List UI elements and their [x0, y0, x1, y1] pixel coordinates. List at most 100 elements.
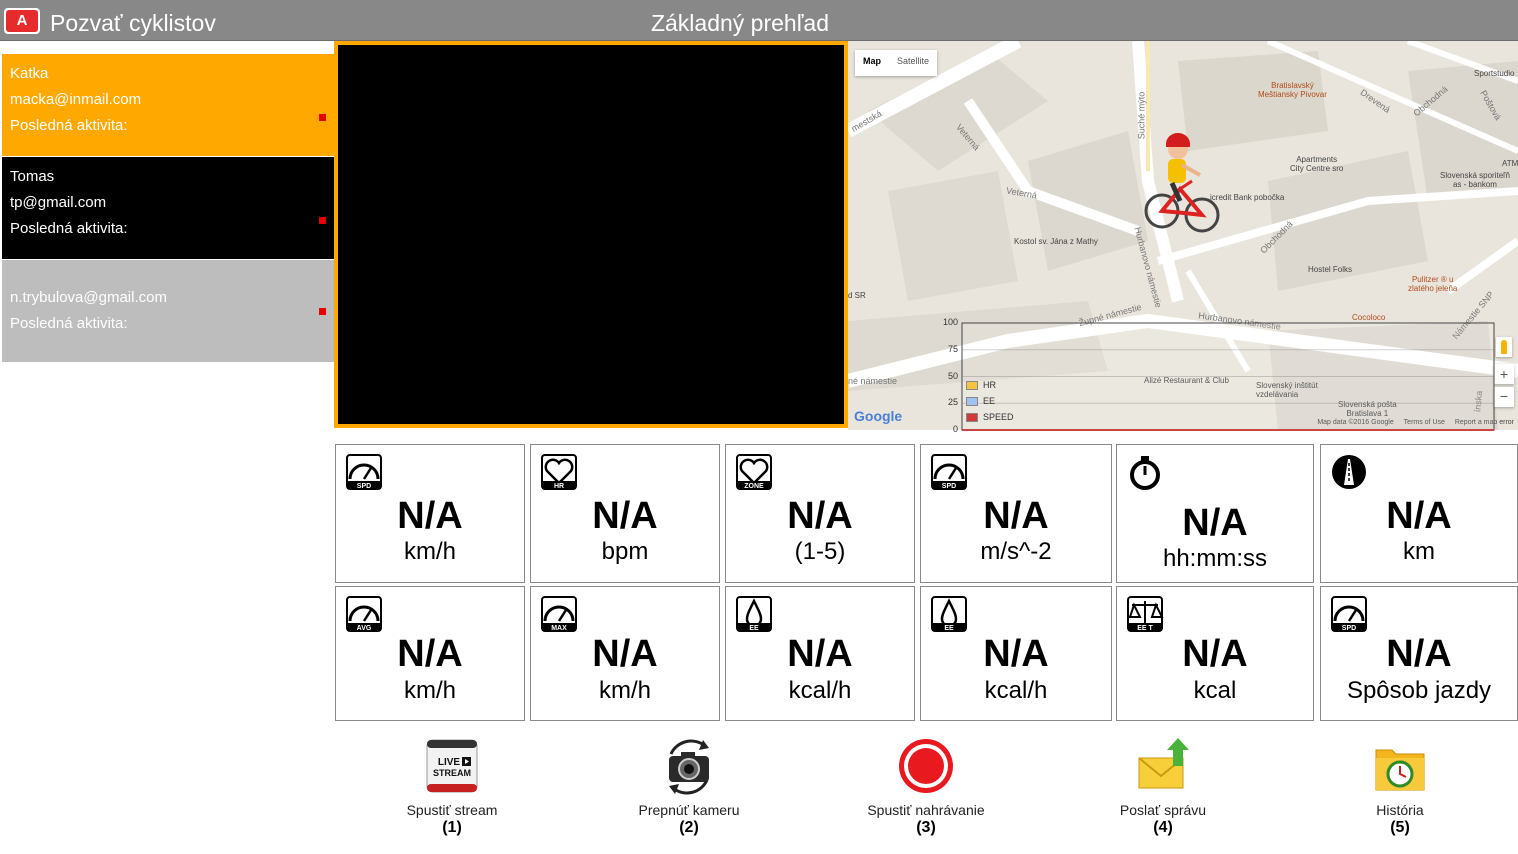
start-recording-shortcut: (3) [916, 819, 936, 836]
start-stream-label: Spustiť stream [406, 802, 498, 818]
metric-tile: SPD N/A km/h [335, 444, 525, 583]
rider-email: tp@gmail.com [10, 194, 107, 211]
telemetry-chart: 0 25 50 75 100 HR EE SPEED [922, 317, 1518, 434]
switch-camera-icon [669, 739, 709, 795]
legend-label-hr: HR [983, 380, 996, 390]
legend-label-ee: EE [983, 396, 996, 406]
metric-value: N/A [1182, 633, 1248, 675]
road-icon [1332, 455, 1366, 489]
history-label: História [1376, 802, 1424, 818]
svg-text:MAX: MAX [551, 625, 567, 632]
map-poi-apartments: Apartments City Centre sro [1290, 155, 1344, 173]
svg-text:LIVE: LIVE [438, 757, 461, 768]
map-type-control: Map Satellite [855, 50, 938, 76]
history-shortcut: (5) [1390, 819, 1410, 836]
map-type-map-button[interactable]: Map [855, 50, 889, 76]
metric-tile: EE N/A kcal/h [725, 586, 915, 721]
legend-item-ee: EE [966, 393, 1014, 409]
video-stream-panel[interactable] [334, 41, 848, 428]
metric-tile: MAX N/A km/h [530, 586, 720, 721]
drop-icon: EE [931, 596, 967, 632]
metric-value: N/A [787, 495, 853, 537]
metric-tile: HR N/A bpm [530, 444, 720, 583]
metric-value: N/A [592, 633, 658, 675]
y-tick-label: 75 [947, 343, 958, 354]
metric-tile: SPD N/A Spôsob jazdy [1320, 586, 1518, 721]
live-stream-icon: LIVE STREAM [426, 739, 478, 793]
start-stream-shortcut: (1) [442, 819, 462, 836]
map-poi-sportstudio: Sportstudio [1474, 69, 1515, 78]
rider-last-activity: Posledná aktivita: [10, 315, 128, 332]
map-label-sr: d SR [848, 291, 866, 300]
rider-name: Tomas [10, 168, 55, 185]
rider-item-tomas[interactable]: Tomas tp@gmail.com Posledná aktivita: [2, 157, 334, 259]
map-type-satellite-button[interactable]: Satellite [889, 50, 937, 76]
metric-tile: N/A km [1320, 444, 1518, 583]
stopwatch-icon [1130, 456, 1160, 490]
app-logo-button[interactable]: A [4, 8, 40, 34]
metric-unit: Spôsob jazdy [1346, 677, 1492, 704]
svg-text:STREAM: STREAM [433, 768, 471, 778]
metric-value: N/A [1386, 633, 1452, 675]
scale-icon: EE T [1127, 596, 1164, 632]
metric-value: N/A [1182, 502, 1248, 544]
y-tick-label: 25 [947, 397, 958, 408]
svg-text:HR: HR [554, 483, 564, 490]
map-poi-slovenska: Slovenská sporiteľň as - bankom [1440, 171, 1510, 189]
start-recording-button[interactable]: Spustiť nahrávanie (3) [826, 736, 1026, 838]
page-title: Základný prehľad [650, 10, 830, 36]
svg-text:SPD: SPD [942, 483, 956, 490]
legend-item-hr: HR [966, 377, 1014, 393]
switch-camera-shortcut: (2) [679, 819, 699, 836]
metric-value: N/A [397, 495, 463, 537]
switch-camera-button[interactable]: Prepnúť kameru (2) [589, 736, 789, 838]
speedometer-icon: SPD [346, 454, 382, 490]
rider-list: Katka macka@inmail.com Posledná aktivita… [2, 54, 334, 363]
metric-unit: km/h [403, 538, 456, 565]
svg-text:EE T: EE T [1137, 625, 1153, 632]
svg-text:AVG: AVG [357, 625, 372, 632]
metric-tile: AVG N/A km/h [335, 586, 525, 721]
metric-unit: km [1403, 538, 1435, 565]
drop-icon: EE [736, 596, 772, 632]
svg-text:SPD: SPD [357, 483, 371, 490]
heart-icon: ZONE [736, 454, 772, 490]
metric-unit: kcal/h [788, 677, 852, 704]
svg-text:EE: EE [749, 625, 759, 632]
svg-text:SPD: SPD [1342, 625, 1356, 632]
rider-email: n.trybulova@gmail.com [10, 289, 167, 306]
speedometer-icon: SPD [931, 454, 967, 490]
map-street-ne-namestie: né námestie [848, 376, 898, 386]
metric-unit: bpm [601, 538, 649, 565]
metric-unit: m/s^-2 [980, 538, 1052, 565]
send-message-shortcut: (4) [1153, 819, 1173, 836]
invite-cyclists-link[interactable]: Pozvať cyklistov [50, 9, 216, 37]
legend-swatch-speed [966, 412, 978, 422]
metric-value: N/A [397, 633, 463, 675]
metric-tile: EE N/A kcal/h [920, 586, 1112, 721]
start-stream-button[interactable]: LIVE STREAM Spustiť stream (1) [352, 736, 552, 838]
legend-swatch-hr [966, 380, 978, 390]
top-bar: A Pozvať cyklistov Základný prehľad [0, 0, 1518, 41]
metric-value: N/A [787, 633, 853, 675]
metric-unit: kcal/h [984, 677, 1048, 704]
rider-item-katka[interactable]: Katka macka@inmail.com Posledná aktivita… [2, 54, 334, 156]
rider-item-trybulova[interactable]: n.trybulova@gmail.com Posledná aktivita: [2, 260, 334, 362]
cyclist-marker-icon[interactable] [1144, 129, 1224, 235]
start-recording-label: Spustiť nahrávanie [867, 802, 985, 818]
y-tick-label: 50 [947, 370, 958, 381]
send-message-label: Poslať správu [1119, 802, 1207, 818]
rider-email: macka@inmail.com [10, 91, 142, 108]
speedometer-icon: MAX [541, 596, 577, 632]
status-indicator [319, 114, 326, 121]
metric-value: N/A [1386, 495, 1452, 537]
history-button[interactable]: História (5) [1300, 736, 1500, 838]
send-message-button[interactable]: Poslať správu (4) [1063, 736, 1263, 838]
svg-text:ZONE: ZONE [744, 483, 764, 490]
legend-label-speed: SPEED [983, 412, 1014, 422]
google-logo: Google [854, 408, 903, 424]
heart-icon: HR [541, 454, 577, 490]
app-logo-letter: A [6, 10, 38, 32]
metric-unit: km/h [403, 677, 456, 704]
map-poi-atm: ATM [1502, 159, 1518, 168]
